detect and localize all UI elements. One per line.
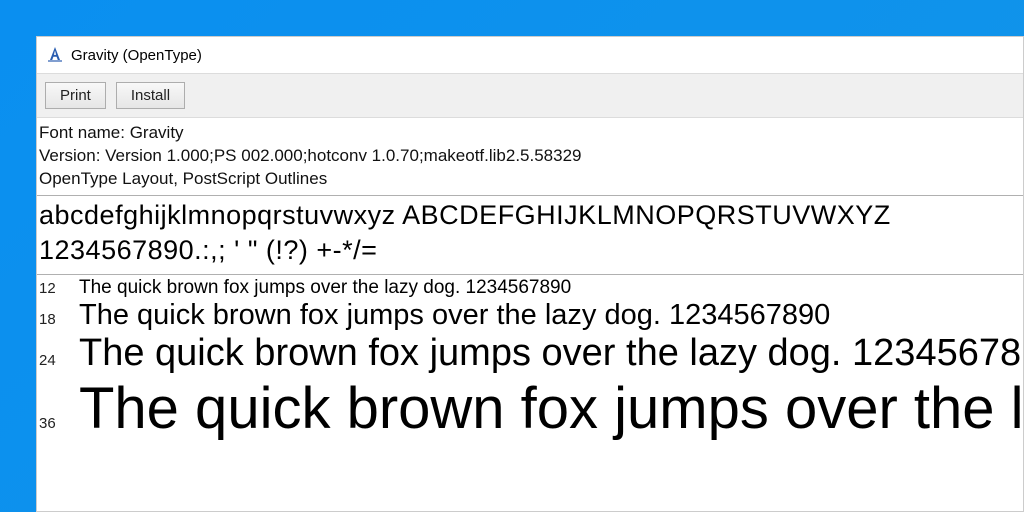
- sample-text-list: 12 The quick brown fox jumps over the laz…: [37, 275, 1023, 444]
- font-format-line: OpenType Layout, PostScript Outlines: [39, 168, 1021, 191]
- toolbar: Print Install: [37, 73, 1023, 118]
- font-metadata: Font name: Gravity Version: Version 1.00…: [37, 118, 1023, 196]
- print-button[interactable]: Print: [45, 82, 106, 109]
- sample-text: The quick brown fox jumps over the lazy …: [79, 299, 830, 332]
- font-viewer-window: Gravity (OpenType) Print Install Font na…: [36, 36, 1024, 512]
- sample-row: 18 The quick brown fox jumps over the laz…: [39, 299, 1021, 332]
- glyph-line-alpha: abcdefghijklmnopqrstuvwxyz ABCDEFGHIJKLM…: [39, 198, 1021, 233]
- sample-text: The quick brown fox jumps over the lazy …: [79, 277, 571, 299]
- glyph-line-symbols: 1234567890.:,; ' " (!?) +-*/=: [39, 233, 1021, 268]
- sample-text: The quick brown fox jumps over the lazy …: [79, 332, 1021, 375]
- sample-size-label: 12: [39, 280, 65, 297]
- sample-size-label: 24: [39, 352, 65, 369]
- sample-size-label: 18: [39, 311, 65, 328]
- titlebar: Gravity (OpenType): [37, 37, 1023, 73]
- sample-row: 24 The quick brown fox jumps over the laz…: [39, 332, 1021, 375]
- sample-row: 12 The quick brown fox jumps over the laz…: [39, 277, 1021, 299]
- sample-size-label: 36: [39, 415, 65, 432]
- font-version-line: Version: Version 1.000;PS 002.000;hotcon…: [39, 145, 1021, 168]
- window-title: Gravity (OpenType): [71, 47, 202, 64]
- sample-text: The quick brown fox jumps over the lazy …: [79, 375, 1021, 442]
- font-file-icon: [45, 45, 65, 65]
- glyph-preview: abcdefghijklmnopqrstuvwxyz ABCDEFGHIJKLM…: [37, 196, 1023, 275]
- sample-row: 36 The quick brown fox jumps over the laz…: [39, 375, 1021, 442]
- install-button[interactable]: Install: [116, 82, 185, 109]
- font-name-line: Font name: Gravity: [39, 122, 1021, 145]
